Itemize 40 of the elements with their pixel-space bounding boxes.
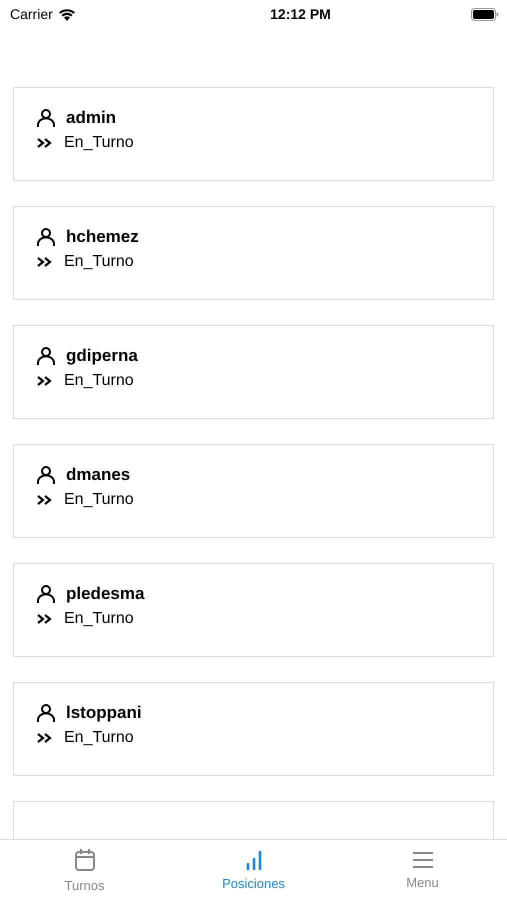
user-name: hchemez [66,227,139,247]
user-status: En_Turno [64,134,134,152]
double-chevron-icon [36,612,54,626]
double-chevron-icon [36,255,54,269]
person-icon [36,108,56,128]
person-icon [36,346,56,366]
double-chevron-icon [36,374,54,388]
user-status: En_Turno [64,491,134,509]
user-status: En_Turno [64,729,134,747]
user-name: dmanes [66,465,130,485]
clock-time: 12:12 PM [270,6,331,22]
double-chevron-icon [36,493,54,507]
calendar-icon [74,848,96,872]
tab[interactable]: Menu [338,840,507,900]
person-icon [36,703,56,723]
battery-icon [470,8,499,20]
user-name: lstoppani [66,703,142,723]
wifi-icon [58,8,76,20]
tab[interactable]: Posiciones [169,840,338,900]
user-card[interactable]: dmanes En_Turno [13,444,494,538]
carrier-name: Carrier [10,6,53,22]
person-icon [36,584,56,604]
user-card[interactable]: pledesma En_Turno [13,563,494,657]
user-card[interactable]: lstoppani En_Turno [13,682,494,776]
tab[interactable]: Turnos [0,840,169,900]
person-icon [36,465,56,485]
bar-chart-icon [244,850,262,870]
user-status: En_Turno [64,610,134,628]
user-name: admin [66,108,116,128]
user-status: En_Turno [64,253,134,271]
double-chevron-icon [36,731,54,745]
user-card[interactable]: hchemez En_Turno [13,206,494,300]
user-card[interactable]: admin En_Turno [13,87,494,181]
person-icon [36,227,56,247]
user-status: En_Turno [64,372,134,390]
user-name: pledesma [66,584,144,604]
menu-icon [412,850,434,868]
double-chevron-icon [36,136,54,150]
user-card[interactable]: gdiperna En_Turno [13,325,494,419]
user-name: gdiperna [66,346,138,366]
